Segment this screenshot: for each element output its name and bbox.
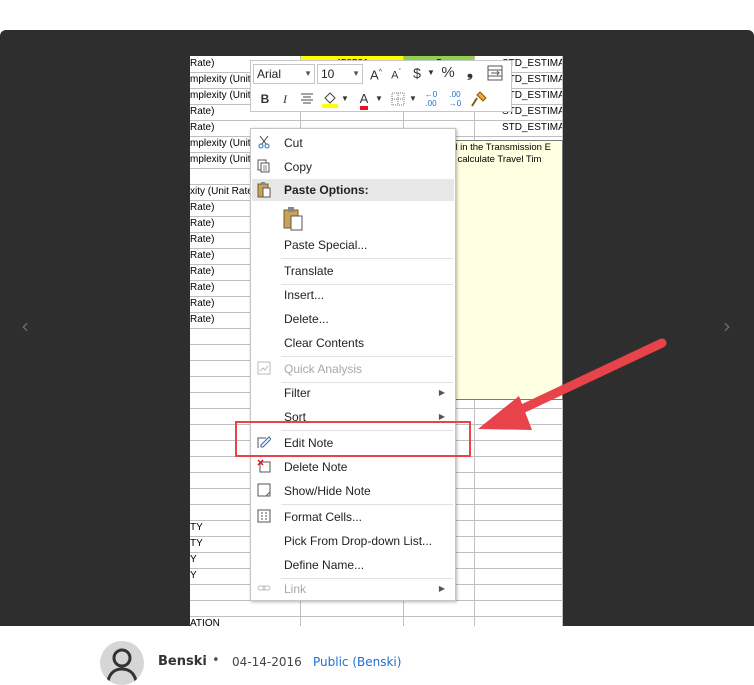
image-viewer: ‹ › Rate)4585215STD_ESTIMAmplexity (Unit… xyxy=(0,30,754,656)
avatar[interactable] xyxy=(100,641,144,685)
top-bar xyxy=(0,0,754,30)
post-footer: Benski • 04-14-2016 Public (Benski) xyxy=(0,626,754,685)
user-avatar-icon xyxy=(106,648,138,682)
visibility-link[interactable]: Public (Benski) xyxy=(313,655,401,669)
annotation-arrow-icon xyxy=(478,338,667,430)
author-name[interactable]: Benski xyxy=(158,654,207,669)
separator-dot: • xyxy=(212,653,220,668)
post-date: 04-14-2016 xyxy=(232,655,302,669)
